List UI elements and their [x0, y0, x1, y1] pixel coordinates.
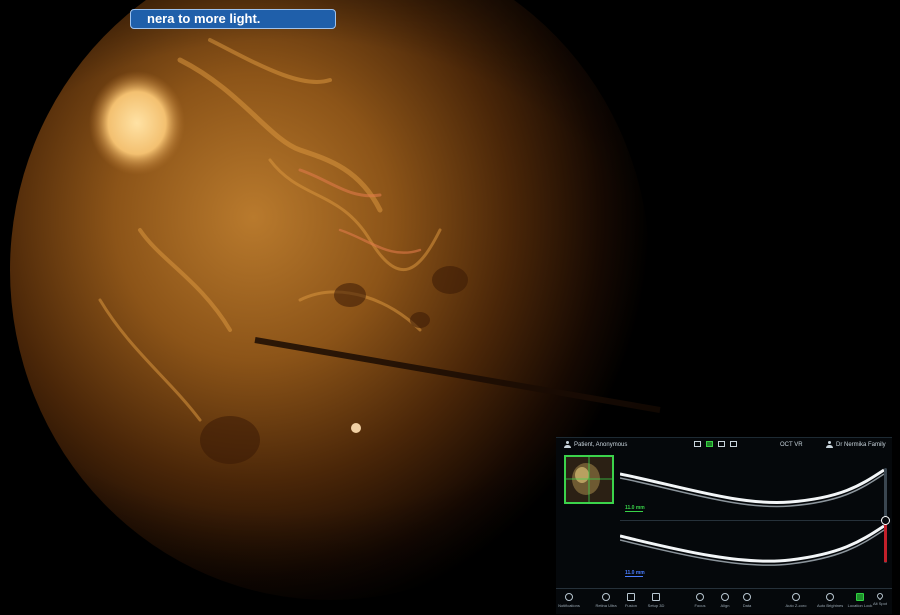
eye-icon — [602, 593, 610, 601]
toolbar-label: Setup 3D — [647, 603, 665, 608]
target-icon — [721, 593, 729, 601]
instruction-banner: nera to more light. — [130, 9, 336, 29]
layers-icon — [627, 593, 635, 601]
patient-icon — [564, 441, 571, 448]
oct-panel: Patient, Anonymous OCT VR Dr Nermika Fam… — [556, 437, 892, 614]
toolbar-focus[interactable]: Focus — [687, 593, 713, 608]
info-icon — [565, 593, 573, 601]
toolbar-data[interactable]: Data — [734, 593, 760, 608]
toolbar-label: Focus — [694, 603, 706, 608]
scan-arrow-1 — [625, 511, 643, 512]
toolbar-label: Alt Spot — [872, 601, 887, 606]
toolbar-auto-z[interactable]: Auto Z-coro — [783, 593, 809, 608]
doctor-info[interactable]: Dr Nermika Family — [826, 441, 886, 448]
lock-icon — [856, 593, 864, 601]
oct-toolbar: Notifications Retina Ultra Fusion Setup … — [556, 588, 892, 615]
doctor-icon — [826, 441, 833, 448]
toolbar-alt-spot[interactable]: Alt Spot — [869, 591, 891, 606]
depth-slider-handle[interactable] — [881, 516, 890, 525]
bscan-bottom-layer — [620, 524, 884, 563]
depth-slider-fill — [884, 520, 887, 562]
scan-arrow-2 — [625, 576, 643, 577]
toolbar-label: Auto Z-coro — [785, 603, 807, 608]
toolbar-label: Notifications — [558, 603, 580, 608]
video-icon[interactable] — [706, 441, 713, 447]
patient-name: Patient, Anonymous — [574, 441, 628, 448]
toolbar-retina-ultra[interactable]: Retina Ultra — [593, 593, 619, 608]
toolbar-label: Data — [742, 603, 752, 608]
toolbar-notifications[interactable]: Notifications — [556, 593, 582, 608]
bscan-separator — [620, 520, 884, 521]
toolbar-fusion[interactable]: Fusion — [618, 593, 644, 608]
focus-icon — [696, 593, 704, 601]
fundus-thumbnail[interactable] — [564, 455, 614, 504]
copy-icon[interactable] — [730, 441, 737, 447]
highlight-icon — [826, 593, 834, 601]
doctor-name: Dr Nermika Family — [836, 441, 886, 448]
pin-icon — [875, 591, 885, 601]
settings-icon — [743, 593, 751, 601]
toolbar-auto-brightness[interactable]: Auto Brightness — [817, 593, 843, 608]
frame-icon — [652, 593, 660, 601]
monitor-icon[interactable] — [718, 441, 725, 447]
toolbar-label: Auto Brightness — [817, 603, 843, 608]
toolbar-setup-3d[interactable]: Setup 3D — [643, 593, 669, 608]
header-tools — [694, 441, 737, 447]
bscan-view — [620, 468, 884, 566]
clapper-icon[interactable] — [694, 441, 701, 447]
reset-icon — [792, 593, 800, 601]
mode-label: OCT VR — [780, 442, 803, 448]
toolbar-label: Fusion — [624, 603, 637, 608]
thumbnail-image — [566, 457, 612, 502]
patient-info[interactable]: Patient, Anonymous — [564, 441, 627, 448]
oct-header: Patient, Anonymous OCT VR Dr Nermika Fam… — [556, 438, 892, 452]
toolbar-label: Retina Ultra — [595, 603, 617, 608]
